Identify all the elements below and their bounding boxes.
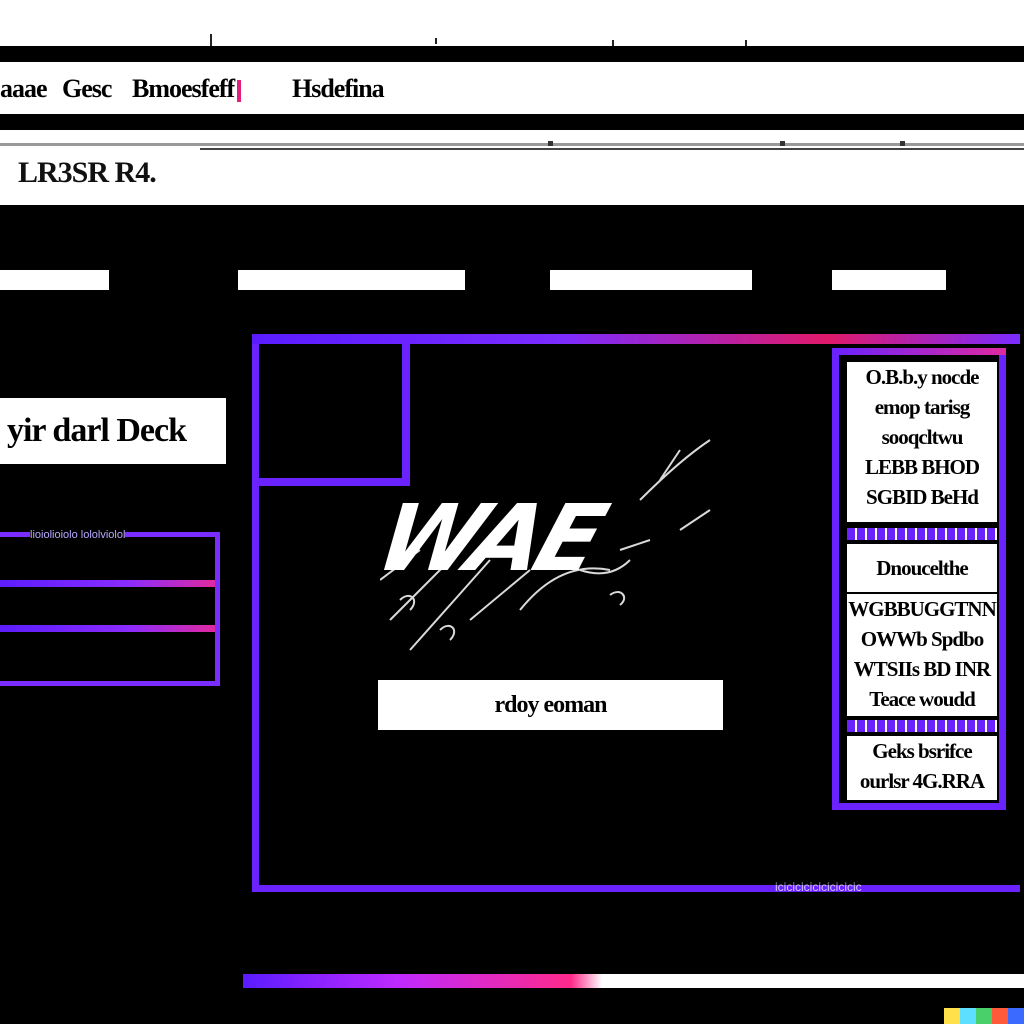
info-card-3[interactable]: WGBBUGGTNN OWWb Spdbo WTSIIs BD INR Teac… <box>847 594 997 716</box>
info-card-3-line: WTSIIs BD INR <box>853 657 991 681</box>
info-card-1[interactable]: O.B.b.y nocde emop tarisg sooqcltwu LEBB… <box>847 362 997 522</box>
nav-tab-2[interactable] <box>238 270 465 290</box>
info-card-1-line: LEBB BHOD <box>864 455 980 479</box>
menu-item-3-label: Bmoesfeff <box>132 74 235 103</box>
sidebar-button[interactable]: yir darl Deck <box>0 398 226 464</box>
main-panel-top-border <box>252 334 1020 344</box>
sidebar-line-2[interactable] <box>0 625 215 632</box>
hero-logo: WAE <box>364 420 730 660</box>
nav-tab-3[interactable] <box>550 270 752 290</box>
menu-item-2[interactable]: Gesc <box>62 74 112 104</box>
info-card-1-line: sooqcltwu <box>881 425 964 449</box>
info-card-4[interactable]: Geks bsrifce ourlsr 4G.RRA <box>847 736 997 800</box>
chrome-tick <box>435 38 437 44</box>
logo-text: WAE <box>380 485 619 592</box>
address-dot <box>780 141 785 146</box>
right-panel: O.B.b.y nocde emop tarisg sooqcltwu LEBB… <box>832 348 1006 810</box>
address-dot <box>900 141 905 146</box>
active-marker <box>237 80 242 103</box>
info-card-1-line: emop tarisg <box>874 395 971 419</box>
color-stripe <box>992 1008 1008 1024</box>
menu-item-3[interactable]: Bmoesfeff <box>132 74 242 104</box>
info-card-3-line: Teace woudd <box>869 687 976 711</box>
menu-item-1[interactable]: aaae <box>0 74 48 104</box>
info-card-3-line: WGBBUGGTNN <box>848 597 997 621</box>
main-caption: icicicicicicicicicic <box>775 880 862 894</box>
info-card-4-line: ourlsr 4G.RRA <box>859 769 985 793</box>
info-card-2[interactable]: Dnoucelthe <box>847 544 997 592</box>
right-divider <box>847 720 997 732</box>
nav-tab-4[interactable] <box>832 270 946 290</box>
address-line-2 <box>200 148 1024 150</box>
sidebar-panel <box>0 532 220 686</box>
right-panel-top-border <box>832 348 1006 355</box>
sidebar-caption: lioiolioiolo lololviolol <box>30 529 126 541</box>
menu-item-4[interactable]: Hsdefina <box>292 74 385 104</box>
color-stripe <box>944 1008 960 1024</box>
address-bar[interactable] <box>0 132 1024 156</box>
top-rule <box>0 46 1024 62</box>
bottom-progress-bar <box>243 974 1024 988</box>
sidebar-line-1[interactable] <box>0 580 215 587</box>
cta-button[interactable]: rdoy eoman <box>378 680 723 730</box>
address-line <box>0 143 1024 146</box>
color-stripe <box>976 1008 992 1024</box>
color-stripe <box>1008 1008 1024 1024</box>
logo-graphic: WAE <box>364 439 711 651</box>
color-stripe <box>960 1008 976 1024</box>
info-card-1-line: O.B.b.y nocde <box>865 365 979 389</box>
info-card-2-line: Dnoucelthe <box>876 556 969 580</box>
nav-tab-1[interactable] <box>0 270 109 290</box>
right-divider <box>847 528 997 540</box>
page-subtitle: LR3SR R4. <box>18 156 157 189</box>
address-dot <box>548 141 553 146</box>
info-card-1-line: SGBID BeHd <box>866 485 979 509</box>
info-card-4-line: Geks bsrifce <box>872 739 972 763</box>
menu-rule <box>0 114 1024 130</box>
chrome-tick <box>210 34 212 46</box>
info-card-3-line: OWWb Spdbo <box>860 627 984 651</box>
